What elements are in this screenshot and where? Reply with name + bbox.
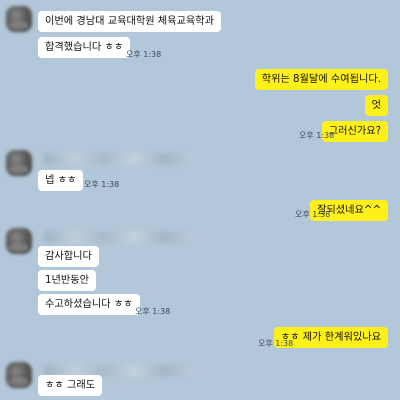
contact-avatar[interactable] (6, 228, 32, 254)
message-bubble-incoming[interactable]: 감사합니다 (38, 246, 99, 267)
sender-name-blurred (44, 153, 194, 165)
message-bubble-incoming[interactable]: 수고하셨습니다 ㅎㅎ (38, 294, 140, 315)
message-time: 오후 1:38 (135, 307, 171, 316)
message-time: 오후 1:38 (84, 180, 120, 189)
message-time: 오후 1:38 (295, 210, 331, 219)
sender-name-blurred (44, 231, 194, 243)
contact-avatar[interactable] (6, 150, 32, 176)
contact-avatar[interactable] (6, 6, 32, 32)
message-bubble-incoming[interactable]: 1년반동안 (38, 270, 96, 291)
message-bubble-incoming[interactable]: 이번에 경남대 교육대학원 체육교육학과 (38, 11, 222, 32)
message-bubble-outgoing[interactable]: 엇 (364, 95, 388, 116)
message-bubble-incoming[interactable]: 합격했습니다 ㅎㅎ (38, 37, 131, 58)
message-time: 오후 1:38 (126, 50, 162, 59)
message-bubble-incoming[interactable]: ㅎㅎ 그래도 (38, 375, 103, 396)
message-time: 오후 1:38 (258, 339, 294, 348)
message-time: 오후 1:38 (299, 131, 335, 140)
message-bubble-incoming[interactable]: 넵 ㅎㅎ (38, 170, 84, 191)
message-bubble-outgoing[interactable]: 학위는 8월달에 수여됩니다. (254, 69, 388, 90)
contact-avatar[interactable] (6, 362, 32, 388)
